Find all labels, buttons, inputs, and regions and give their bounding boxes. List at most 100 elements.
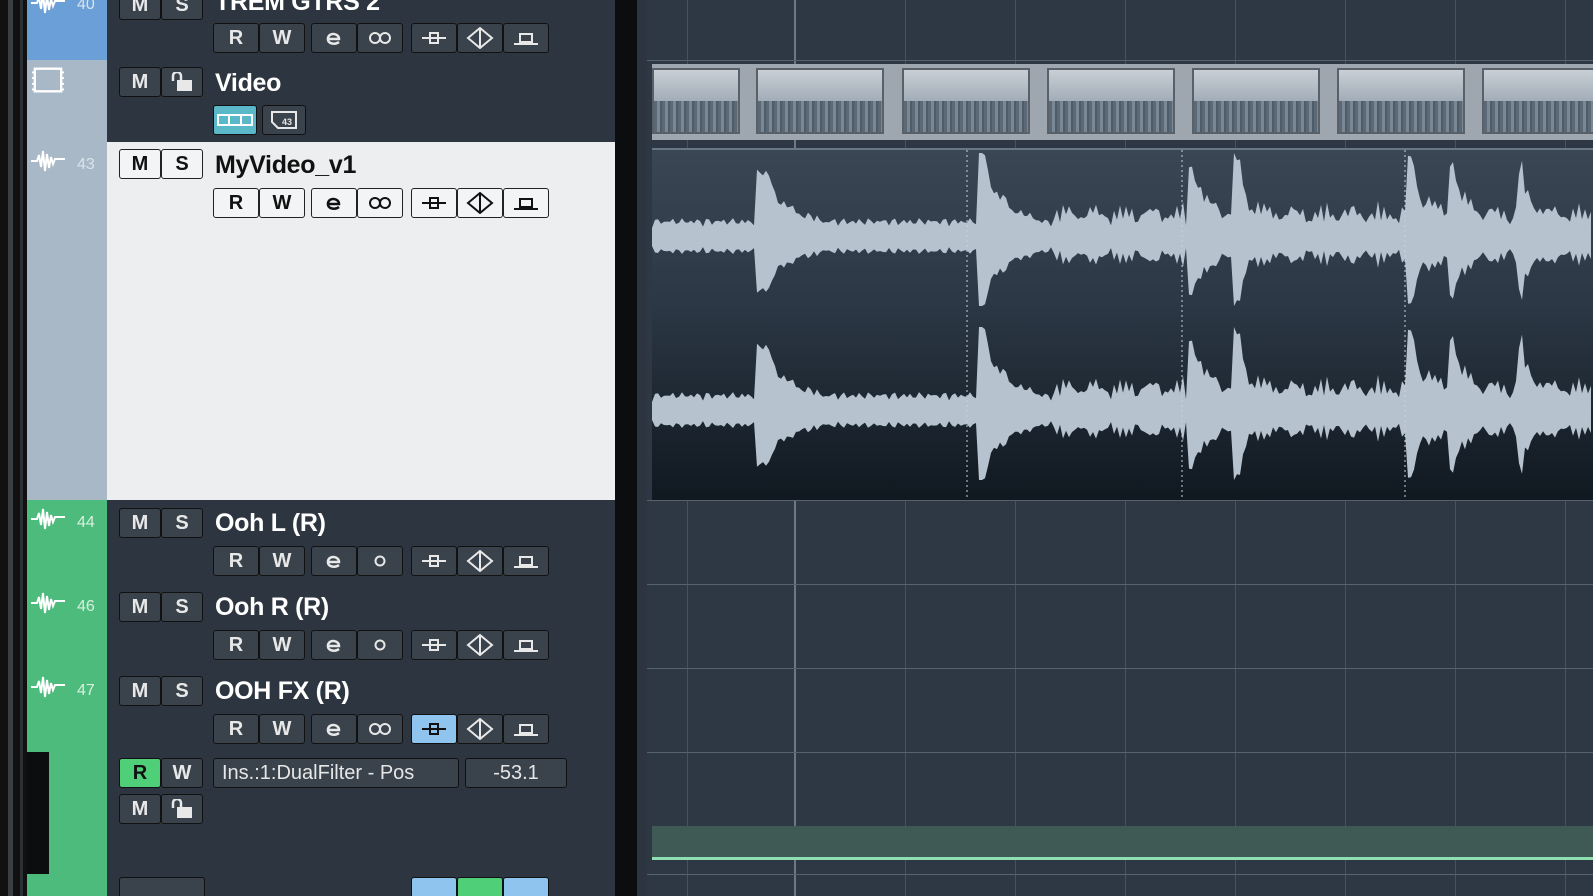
write-automation-button[interactable]: W xyxy=(259,546,305,576)
track-number: 44 xyxy=(77,514,95,531)
monitor-button-partial[interactable] xyxy=(411,877,457,896)
monitor-icon[interactable] xyxy=(411,630,457,660)
automation-lane-region[interactable] xyxy=(652,826,1593,860)
track-name[interactable]: OOH FX (R) xyxy=(215,677,350,706)
mute-button[interactable]: M xyxy=(119,794,161,824)
track-color-strip[interactable] xyxy=(27,874,107,896)
track-separator xyxy=(647,584,1593,585)
read-automation-button[interactable]: R xyxy=(213,23,259,53)
video-event[interactable] xyxy=(652,64,1593,140)
lanes-button-partial[interactable] xyxy=(503,877,549,896)
video-track-icon xyxy=(32,67,64,93)
edit-channel-settings-icon[interactable] xyxy=(311,630,357,660)
lock-button[interactable] xyxy=(161,794,203,824)
timebase-icon[interactable] xyxy=(457,23,503,53)
stereo-link-icon[interactable] xyxy=(357,23,403,53)
lock-button[interactable] xyxy=(161,67,203,97)
automation-header: R W Ins.:1:DualFilter - Pos -53.1 M xyxy=(107,752,615,874)
track-separator xyxy=(647,500,1593,501)
lanes-icon[interactable] xyxy=(503,714,549,744)
monitor-icon[interactable] xyxy=(411,714,457,744)
write-automation-button[interactable]: W xyxy=(259,23,305,53)
track-ooh-l[interactable]: 44 M S Ooh L (R) R W xyxy=(27,500,647,586)
audio-event-myvideo[interactable] xyxy=(652,148,1593,500)
mute-button[interactable]: M xyxy=(119,508,161,538)
automation-track[interactable]: R W Ins.:1:DualFilter - Pos -53.1 M xyxy=(27,752,647,876)
audio-track-icon xyxy=(31,592,65,614)
track-name[interactable]: TREM GTRS 2 xyxy=(215,0,380,17)
solo-button[interactable]: S xyxy=(161,508,203,538)
mute-button-partial[interactable] xyxy=(119,877,205,896)
write-automation-button[interactable]: W xyxy=(259,630,305,660)
track-header: M S MyVideo_v1 R W xyxy=(107,142,615,500)
audio-track-icon xyxy=(31,508,65,530)
track-video[interactable]: M Video 43 xyxy=(27,60,647,144)
timebase-icon[interactable] xyxy=(457,188,503,218)
stereo-link-icon[interactable] xyxy=(357,188,403,218)
track-name[interactable]: MyVideo_v1 xyxy=(215,151,356,180)
timebase-icon[interactable] xyxy=(457,630,503,660)
stereo-link-icon[interactable] xyxy=(357,714,403,744)
solo-button[interactable]: S xyxy=(161,149,203,179)
mute-button[interactable]: M xyxy=(119,149,161,179)
timebase-icon[interactable] xyxy=(457,714,503,744)
mono-icon[interactable] xyxy=(357,630,403,660)
track-ooh-fx[interactable]: 47 M S OOH FX (R) R W xyxy=(27,668,647,754)
track-header xyxy=(107,874,615,896)
track-myvideo[interactable]: 43 M S MyVideo_v1 R W xyxy=(27,142,647,502)
automation-curve[interactable] xyxy=(652,857,1593,860)
write-automation-button[interactable]: W xyxy=(259,714,305,744)
track-scroll-divider xyxy=(615,752,637,874)
timebase-icon[interactable] xyxy=(457,546,503,576)
read-automation-button[interactable]: R xyxy=(213,714,259,744)
write-automation-button[interactable]: W xyxy=(161,758,203,788)
solo-button[interactable]: S xyxy=(161,0,203,20)
mute-button[interactable]: M xyxy=(119,676,161,706)
edit-channel-settings-icon[interactable] xyxy=(311,23,357,53)
read-automation-button[interactable]: R xyxy=(213,546,259,576)
mono-icon[interactable] xyxy=(357,546,403,576)
monitor-icon[interactable] xyxy=(411,23,457,53)
track-header: M S Ooh L (R) R W xyxy=(107,500,615,584)
track-name[interactable]: Video xyxy=(215,69,281,98)
video-frame-thumbnail xyxy=(1482,68,1593,134)
track-next-partial[interactable] xyxy=(27,874,647,896)
track-name[interactable]: Ooh L (R) xyxy=(215,509,326,538)
edit-channel-settings-icon[interactable] xyxy=(311,714,357,744)
mute-button[interactable]: M xyxy=(119,592,161,622)
video-frame-thumbnail xyxy=(1337,68,1465,134)
aspect-ratio-button[interactable]: 43 xyxy=(262,105,306,135)
audio-track-icon xyxy=(31,0,65,14)
show-frames-button[interactable] xyxy=(213,105,257,135)
lanes-icon[interactable] xyxy=(503,188,549,218)
track-separator xyxy=(647,752,1593,753)
lanes-icon[interactable] xyxy=(503,546,549,576)
track-color-strip[interactable] xyxy=(27,142,107,500)
track-separator xyxy=(647,668,1593,669)
event-display[interactable] xyxy=(647,0,1593,896)
track-trem-gtrs-2[interactable]: 40 M S TREM GTRS 2 R W xyxy=(27,0,647,62)
automation-value-field[interactable]: -53.1 xyxy=(465,758,567,788)
lanes-icon[interactable] xyxy=(503,23,549,53)
monitor-icon[interactable] xyxy=(411,188,457,218)
solo-button[interactable]: S xyxy=(161,676,203,706)
edit-channel-settings-icon[interactable] xyxy=(311,546,357,576)
read-automation-button[interactable]: R xyxy=(119,758,161,788)
automation-parameter-field[interactable]: Ins.:1:DualFilter - Pos xyxy=(213,758,459,788)
timebase-button-partial[interactable] xyxy=(457,877,503,896)
write-automation-button[interactable]: W xyxy=(259,188,305,218)
solo-button[interactable]: S xyxy=(161,592,203,622)
track-name[interactable]: Ooh R (R) xyxy=(215,593,329,622)
monitor-icon[interactable] xyxy=(411,546,457,576)
track-scroll-divider xyxy=(615,60,637,142)
mute-button[interactable]: M xyxy=(119,67,161,97)
edit-channel-settings-icon[interactable] xyxy=(311,188,357,218)
audio-track-icon xyxy=(31,676,65,698)
lanes-icon[interactable] xyxy=(503,630,549,660)
read-automation-button[interactable]: R xyxy=(213,630,259,660)
cubase-project-window: 40 M S TREM GTRS 2 R W M Video 43 43 M S… xyxy=(0,0,1593,896)
track-header: M S OOH FX (R) R W xyxy=(107,668,615,752)
read-automation-button[interactable]: R xyxy=(213,188,259,218)
track-ooh-r[interactable]: 46 M S Ooh R (R) R W xyxy=(27,584,647,670)
mute-button[interactable]: M xyxy=(119,0,161,20)
